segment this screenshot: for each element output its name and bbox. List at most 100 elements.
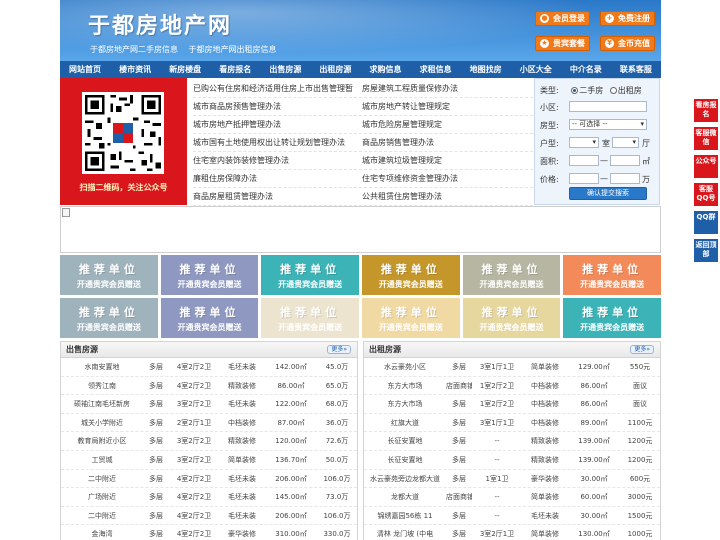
table-cell[interactable]: 二中附近 [61, 507, 143, 525]
table-cell[interactable]: 硕袖江南毛坯新房 [61, 395, 143, 413]
table-row[interactable]: 硕袖江南毛坯新房 多层 3室2厅2卫 毛坯未装 122.00㎡ 68.0万 [61, 395, 357, 414]
table-row[interactable]: 工贸城 多层 3室2厅2卫 简单装修 136.70㎡ 50.0万 [61, 451, 357, 470]
float-back-to-top[interactable]: 返回顶部 [694, 239, 718, 262]
recommended-unit-ad[interactable]: 推荐单位 开通贵宾会员赠送 [462, 255, 561, 295]
policy-link[interactable]: 商品房销售管理办法 [362, 134, 533, 151]
nav-new-homes[interactable]: 新房楼盘 [160, 61, 210, 78]
table-cell[interactable]: 水南安置地 [61, 358, 143, 376]
recommended-unit-ad[interactable]: 推荐单位 开通贵宾会员赠送 [60, 255, 158, 295]
policy-link[interactable]: 城市房地产转让管理规定 [362, 98, 533, 115]
table-row[interactable]: 红旗大道 多层 3室1厅1卫 中档装修 89.00㎡ 1100元 [364, 414, 660, 433]
nav-agents[interactable]: 中介名录 [561, 61, 611, 78]
nav-home[interactable]: 网站首页 [60, 61, 110, 78]
table-row[interactable]: 锦绣嘉园56栋 11 多层 -- 毛坯未装 30.00㎡ 1500元 [364, 507, 660, 526]
table-row[interactable]: 长征安置地 多层 -- 精致装修 139.00㎡ 1200元 [364, 432, 660, 451]
community-input[interactable] [569, 101, 647, 112]
float-official-account[interactable]: 公众号 [694, 155, 718, 178]
table-row[interactable]: 水云豪苑旁边龙都大道 多层 1室1卫 豪华装修 30.00㎡ 600元 [364, 470, 660, 489]
recommended-unit-ad[interactable]: 推荐单位 开通贵宾会员赠送 [60, 298, 158, 338]
table-cell[interactable]: 长征安置地 [364, 432, 446, 450]
area-min-input[interactable] [569, 155, 599, 166]
policy-link[interactable]: 房屋建筑工程质量保修办法 [362, 80, 533, 97]
recommended-unit-ad[interactable]: 推荐单位 开通贵宾会员赠送 [261, 298, 359, 338]
table-row[interactable]: 教育局附近小区 多层 3室2厅2卫 精致装修 120.00㎡ 72.6万 [61, 432, 357, 451]
nav-wanted-rent[interactable]: 求租信息 [411, 61, 461, 78]
rooms-select[interactable]: ▾ [569, 137, 599, 148]
table-row[interactable]: 水南安置地 多层 4室2厅2卫 毛坯未装 142.00㎡ 45.0万 [61, 358, 357, 377]
vip-package-button[interactable]: ★ 贵宾套餐 [535, 36, 590, 51]
table-row[interactable]: 东方大市场 多层 1室2厅2卫 中档装修 86.00㎡ 面议 [364, 395, 660, 414]
recommended-unit-ad[interactable]: 推荐单位 开通贵宾会员赠送 [563, 255, 661, 295]
table-cell[interactable]: 金海湾 [61, 525, 143, 540]
table-cell[interactable]: 红旗大道 [364, 414, 446, 432]
float-service-wechat[interactable]: 客服微信 [694, 127, 718, 150]
rent-more-link[interactable]: 更多» [630, 345, 654, 354]
table-cell[interactable]: 东方大市场 [364, 395, 446, 413]
table-cell[interactable]: 长征安置地 [364, 451, 446, 469]
table-row[interactable]: 东方大市场 店面商铺 1室2厅2卫 中档装修 86.00㎡ 面议 [364, 377, 660, 396]
float-viewing-signup[interactable]: 看房报名 [694, 99, 718, 122]
table-cell[interactable]: 水云豪苑旁边龙都大道 [364, 470, 446, 488]
table-cell[interactable]: 清林 龙门坡 (中电 [364, 525, 446, 540]
site-logo-title[interactable]: 于都房地产网 [88, 8, 232, 40]
nav-viewing-signup[interactable]: 看房报名 [210, 61, 260, 78]
member-login-button[interactable]: ● 会员登录 [535, 11, 590, 26]
policy-link[interactable]: 城市建筑垃圾管理规定 [362, 152, 533, 169]
policy-link[interactable]: 住宅室内装饰装修管理办法 [193, 152, 362, 169]
recommended-unit-ad[interactable]: 推荐单位 开通贵宾会员赠送 [361, 298, 460, 338]
table-cell[interactable]: 城关小学附近 [61, 414, 143, 432]
policy-link[interactable]: 城市危险房屋管理规定 [362, 116, 533, 133]
table-cell[interactable]: 领秀江南 [61, 377, 143, 395]
policy-link[interactable]: 公共租赁住房管理办法 [362, 188, 533, 205]
recommended-unit-ad[interactable]: 推荐单位 开通贵宾会员赠送 [361, 255, 460, 295]
nav-for-rent[interactable]: 出租房源 [310, 61, 360, 78]
table-cell[interactable]: 锦绣嘉园56栋 11 [364, 507, 446, 525]
table-row[interactable]: 领秀江南 多层 4室2厅2卫 精致装修 86.00㎡ 65.0万 [61, 377, 357, 396]
ad-banner[interactable] [60, 206, 661, 253]
table-row[interactable]: 二中附近 多层 4室2厅2卫 毛坯未装 206.00㎡ 106.0万 [61, 470, 357, 489]
recommended-unit-ad[interactable]: 推荐单位 开通贵宾会员赠送 [160, 255, 259, 295]
policy-link[interactable]: 城市房地产抵押管理办法 [193, 116, 362, 133]
float-service-qq[interactable]: 客服QQ号 [694, 183, 718, 206]
sale-more-link[interactable]: 更多» [327, 345, 351, 354]
policy-link[interactable]: 住宅专项维修资金管理办法 [362, 170, 533, 187]
room-type-select[interactable]: -- 可选择 -- ▾ [569, 119, 647, 130]
policy-link[interactable]: 已购公有住房和经济适用住房上市出售管理暂 [193, 80, 362, 97]
policy-link[interactable]: 廉租住房保障办法 [193, 170, 362, 187]
table-row[interactable]: 广场附近 多层 4室2厅2卫 毛坯未装 145.00㎡ 73.0万 [61, 488, 357, 507]
table-cell[interactable]: 东方大市场 [364, 377, 446, 395]
table-row[interactable]: 二中附近 多层 4室2厅2卫 毛坯未装 206.00㎡ 106.0万 [61, 507, 357, 526]
area-max-input[interactable] [610, 155, 640, 166]
recommended-unit-ad[interactable]: 推荐单位 开通贵宾会员赠送 [261, 255, 359, 295]
table-cell[interactable]: 广场附近 [61, 488, 143, 506]
type-rental-radio[interactable]: 出租房 [609, 86, 642, 95]
table-row[interactable]: 金海湾 多层 4室2厅2卫 豪华装修 310.00㎡ 330.0万 [61, 525, 357, 540]
nav-customer-service[interactable]: 联系客服 [611, 61, 661, 78]
nav-for-sale[interactable]: 出售房源 [260, 61, 310, 78]
table-cell[interactable]: 工贸城 [61, 451, 143, 469]
price-max-input[interactable] [610, 173, 640, 184]
table-row[interactable]: 水云豪苑小区 多层 3室1厅1卫 简单装修 129.00㎡ 550元 [364, 358, 660, 377]
nav-communities[interactable]: 小区大全 [511, 61, 561, 78]
table-row[interactable]: 城关小学附近 多层 2室2厅1卫 中档装修 87.00㎡ 36.0万 [61, 414, 357, 433]
table-cell[interactable]: 二中附近 [61, 470, 143, 488]
price-min-input[interactable] [569, 173, 599, 184]
nav-news[interactable]: 楼市资讯 [110, 61, 160, 78]
halls-select[interactable]: ▾ [612, 137, 639, 148]
free-register-button[interactable]: + 免费注册 [600, 11, 655, 26]
float-qq-group[interactable]: QQ群 [694, 211, 718, 234]
recommended-unit-ad[interactable]: 推荐单位 开通贵宾会员赠送 [462, 298, 561, 338]
nav-wanted-buy[interactable]: 求购信息 [360, 61, 410, 78]
rental-info-link[interactable]: 于都房地产网出租房信息 [189, 45, 277, 54]
coin-recharge-button[interactable]: ¥ 金币充值 [600, 36, 655, 51]
secondhand-info-link[interactable]: 于都房地产网二手房信息 [90, 45, 178, 54]
recommended-unit-ad[interactable]: 推荐单位 开通贵宾会员赠送 [160, 298, 259, 338]
policy-link[interactable]: 城市国有土地使用权出让转让规划管理办法 [193, 134, 362, 151]
policy-link[interactable]: 城市商品房预售管理办法 [193, 98, 362, 115]
table-row[interactable]: 长征安置地 多层 -- 精致装修 139.00㎡ 1200元 [364, 451, 660, 470]
table-cell[interactable]: 水云豪苑小区 [364, 358, 446, 376]
type-secondhand-radio[interactable]: 二手房 [571, 86, 603, 95]
table-cell[interactable]: 龙都大道 [364, 488, 446, 506]
recommended-unit-ad[interactable]: 推荐单位 开通贵宾会员赠送 [563, 298, 661, 338]
table-row[interactable]: 清林 龙门坡 (中电 多层 3室2厅1卫 简单装修 130.00㎡ 1000元 [364, 525, 660, 540]
